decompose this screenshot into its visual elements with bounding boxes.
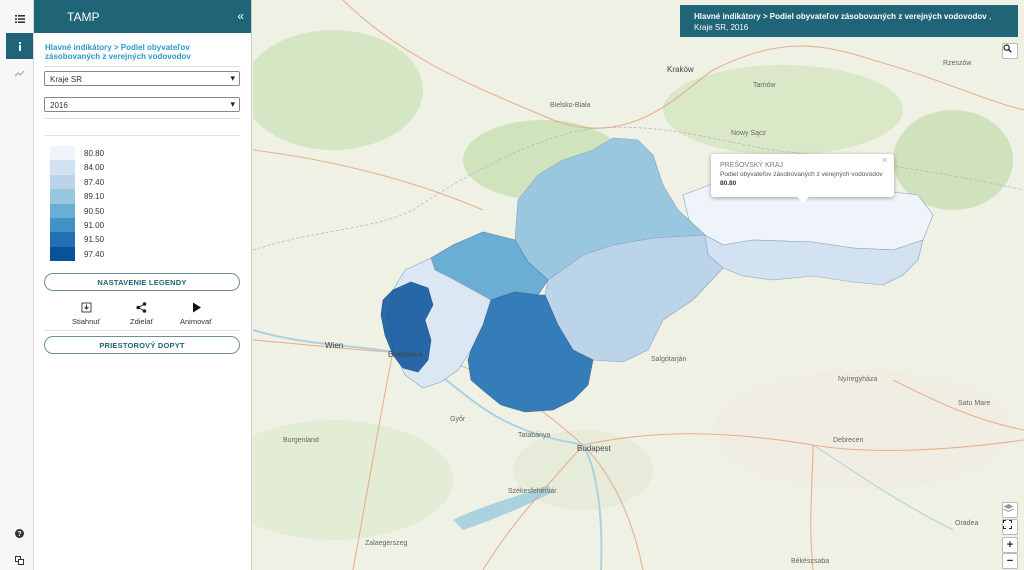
place-label: Kraków [667, 65, 694, 74]
legend-settings-button[interactable]: NASTAVENIE LEGENDY [44, 273, 240, 291]
place-label: Wien [325, 341, 344, 350]
place-label: Bielsko-Biała [550, 102, 591, 109]
chart-icon[interactable] [6, 60, 33, 86]
language-icon[interactable] [6, 547, 33, 570]
panel-header: TAMP « [34, 0, 251, 33]
download-button[interactable]: Stiahnuť [72, 302, 100, 326]
map-title-path: Hlavné indikátory > Podiel obyvateľov zá… [694, 12, 987, 21]
legend-value: 91.00 [84, 220, 105, 230]
popup-value: 80.80 [720, 180, 737, 187]
legend-swatch [50, 203, 75, 218]
divider [44, 330, 240, 331]
collapse-panel-button[interactable]: « [237, 10, 244, 22]
divider [44, 118, 240, 119]
popup-close-button[interactable]: ✕ [881, 156, 888, 165]
legend-swatch [50, 189, 75, 204]
legend-row: 97.40 [50, 246, 105, 262]
divider [44, 66, 240, 67]
layers-icon [1003, 504, 1014, 513]
map-legend: 80.80 84.00 87.40 89.10 90.50 91.00 91.50 97.40 [50, 146, 105, 262]
legend-value: 80.80 [84, 149, 105, 158]
fullscreen-icon [1003, 520, 1012, 529]
breadcrumb: Hlavné indikátory > Podiel obyvateľov zá… [45, 43, 191, 61]
legend-row: 84.00 [50, 160, 105, 175]
place-label: Nowy Sącz [731, 130, 767, 137]
fullscreen-button[interactable] [1002, 519, 1018, 535]
download-icon [81, 302, 92, 313]
divider [44, 135, 240, 136]
legend-swatch [50, 160, 75, 175]
place-label: Nyíregyháza [838, 376, 878, 383]
zoom-in-button[interactable]: + [1002, 537, 1018, 553]
legend-value: 89.10 [84, 192, 105, 202]
panel-title: TAMP [67, 9, 100, 24]
download-label: Stiahnuť [72, 317, 101, 326]
help-icon[interactable]: ? [6, 520, 33, 546]
legend-row: 91.50 [50, 232, 105, 247]
place-label: Debrecen [833, 437, 864, 444]
popup-indicator: Podiel obyvateľov zásobovaných z verejný… [720, 171, 883, 178]
legend-value: 87.40 [84, 177, 105, 187]
legend-value: 90.50 [84, 206, 105, 216]
legend-swatch [50, 232, 75, 247]
share-icon [136, 302, 147, 313]
place-label: Győr [450, 416, 466, 423]
share-button[interactable]: Zdielať [130, 302, 153, 326]
place-label: Tatabánya [518, 432, 551, 439]
place-label: Bratislava [388, 350, 424, 359]
map-base [253, 0, 1024, 570]
legend-swatch [50, 174, 75, 190]
map-title-box: Hlavné indikátory > Podiel obyvateľov zá… [680, 5, 1018, 37]
info-icon[interactable] [6, 33, 33, 59]
side-panel: TAMP « Hlavné indikátory > Podiel obyvat… [34, 0, 252, 570]
animate-label: Animovať [180, 317, 212, 326]
place-label: Békéscsaba [791, 558, 830, 565]
layers-list-icon[interactable] [6, 6, 33, 32]
place-label: Zalaegerszeg [365, 540, 408, 547]
popup-tip [797, 197, 809, 203]
place-label: Satu Mare [958, 400, 991, 407]
svg-text:?: ? [17, 531, 21, 538]
place-label: Budapest [577, 444, 611, 453]
region-popup: ✕ PREŠOVSKÝ KRAJ Podiel obyvateľov zásob… [711, 154, 894, 203]
map-canvas[interactable]: Kraków Bielsko-Biała Nowy Sącz Tarnów Rz… [253, 0, 1024, 570]
legend-value: 97.40 [84, 249, 105, 259]
place-label: Salgótarján [651, 356, 687, 363]
place-label: Burgenland [283, 437, 319, 444]
legend-row: 90.50 [50, 203, 105, 218]
legend-swatch [50, 146, 75, 161]
play-icon [192, 302, 201, 313]
legend-value: 84.00 [84, 163, 105, 173]
basemap-layers-button[interactable] [1002, 502, 1018, 518]
legend-row: 89.10 [50, 189, 105, 204]
animate-button[interactable]: Animovať [180, 302, 212, 326]
legend-row: 91.00 [50, 217, 105, 233]
map-search-button[interactable] [1002, 43, 1018, 59]
place-label: Székesfehérvár [508, 488, 557, 495]
year-select[interactable]: 2016 [44, 97, 240, 112]
legend-row: 80.80 [50, 146, 105, 161]
legend-value: 91.50 [84, 235, 105, 245]
legend-swatch [50, 217, 75, 233]
spatial-query-button[interactable]: PRIESTOROVÝ DOPYT [44, 336, 240, 354]
place-label: Tarnów [753, 82, 776, 89]
legend-row: 87.40 [50, 174, 105, 190]
place-label: Rzeszów [943, 60, 972, 67]
share-label: Zdielať [130, 317, 154, 326]
legend-swatch [50, 246, 75, 262]
icon-rail: ? [0, 0, 34, 570]
popup-region-name: PREŠOVSKÝ KRAJ [720, 162, 784, 169]
zoom-out-button[interactable]: − [1002, 553, 1018, 569]
search-icon [1003, 44, 1012, 53]
place-label: Oradea [955, 520, 979, 527]
region-level-select[interactable]: Kraje SR [44, 71, 240, 86]
